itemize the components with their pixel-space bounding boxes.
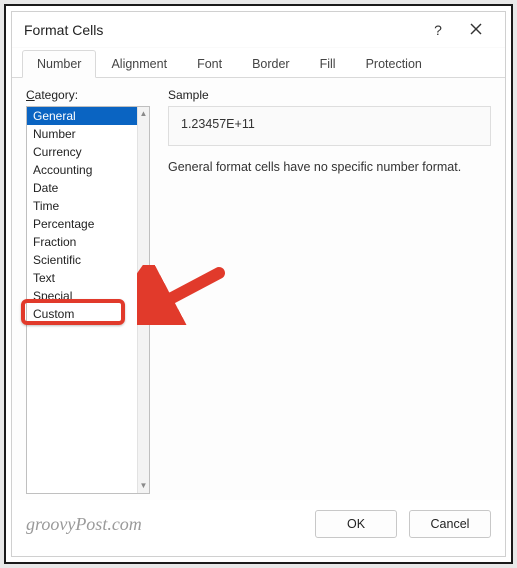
category-label: Category: [26, 88, 150, 102]
scrollbar[interactable]: ▲ ▼ [137, 107, 149, 493]
tab-strip: NumberAlignmentFontBorderFillProtection [12, 48, 505, 78]
watermark: groovyPost.com [26, 514, 303, 535]
tab-number[interactable]: Number [22, 50, 96, 78]
category-item-general[interactable]: General [27, 107, 137, 125]
tab-border[interactable]: Border [237, 50, 305, 78]
sample-value: 1.23457E+11 [181, 117, 255, 131]
cancel-button[interactable]: Cancel [409, 510, 491, 538]
category-item-scientific[interactable]: Scientific [27, 251, 137, 269]
category-item-currency[interactable]: Currency [27, 143, 137, 161]
scroll-up-icon[interactable]: ▲ [138, 107, 149, 121]
sample-box: 1.23457E+11 [168, 106, 491, 146]
category-item-fraction[interactable]: Fraction [27, 233, 137, 251]
category-item-time[interactable]: Time [27, 197, 137, 215]
category-item-special[interactable]: Special [27, 287, 137, 305]
scroll-down-icon[interactable]: ▼ [138, 479, 149, 493]
sample-label: Sample [168, 88, 491, 102]
category-item-number[interactable]: Number [27, 125, 137, 143]
help-icon[interactable]: ? [419, 22, 457, 38]
tab-font[interactable]: Font [182, 50, 237, 78]
tab-protection[interactable]: Protection [351, 50, 437, 78]
format-description: General format cells have no specific nu… [168, 160, 491, 174]
dialog-title: Format Cells [24, 22, 419, 38]
tab-alignment[interactable]: Alignment [96, 50, 182, 78]
close-icon[interactable] [457, 22, 495, 38]
tab-fill[interactable]: Fill [305, 50, 351, 78]
category-item-date[interactable]: Date [27, 179, 137, 197]
category-item-percentage[interactable]: Percentage [27, 215, 137, 233]
category-item-custom[interactable]: Custom [27, 305, 137, 323]
category-item-accounting[interactable]: Accounting [27, 161, 137, 179]
titlebar: Format Cells ? [12, 12, 505, 48]
category-item-text[interactable]: Text [27, 269, 137, 287]
ok-button[interactable]: OK [315, 510, 397, 538]
category-listbox[interactable]: GeneralNumberCurrencyAccountingDateTimeP… [26, 106, 150, 494]
